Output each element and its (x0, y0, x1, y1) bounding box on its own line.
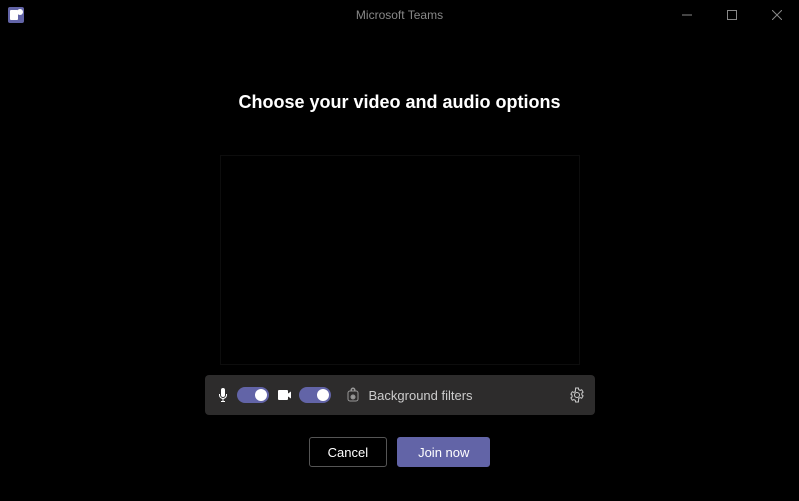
camera-toggle[interactable] (299, 387, 331, 403)
teams-app-icon (8, 7, 24, 23)
background-filters-button[interactable]: Background filters (345, 387, 473, 403)
maximize-button[interactable] (709, 0, 754, 30)
microphone-icon (215, 387, 231, 403)
background-filters-label: Background filters (369, 388, 473, 403)
minimize-button[interactable] (664, 0, 709, 30)
window-controls (664, 0, 799, 30)
video-preview (220, 155, 580, 365)
titlebar: Microsoft Teams (0, 0, 799, 30)
close-button[interactable] (754, 0, 799, 30)
join-now-button[interactable]: Join now (397, 437, 490, 467)
camera-icon (277, 387, 293, 403)
action-buttons: Cancel Join now (309, 437, 491, 467)
settings-button[interactable] (569, 387, 585, 403)
background-effects-icon (345, 387, 361, 403)
av-controls-bar: Background filters (205, 375, 595, 415)
content: Choose your video and audio options Back… (0, 30, 799, 467)
cancel-button[interactable]: Cancel (309, 437, 387, 467)
window-title: Microsoft Teams (356, 8, 443, 22)
microphone-toggle[interactable] (237, 387, 269, 403)
page-heading: Choose your video and audio options (238, 92, 560, 113)
